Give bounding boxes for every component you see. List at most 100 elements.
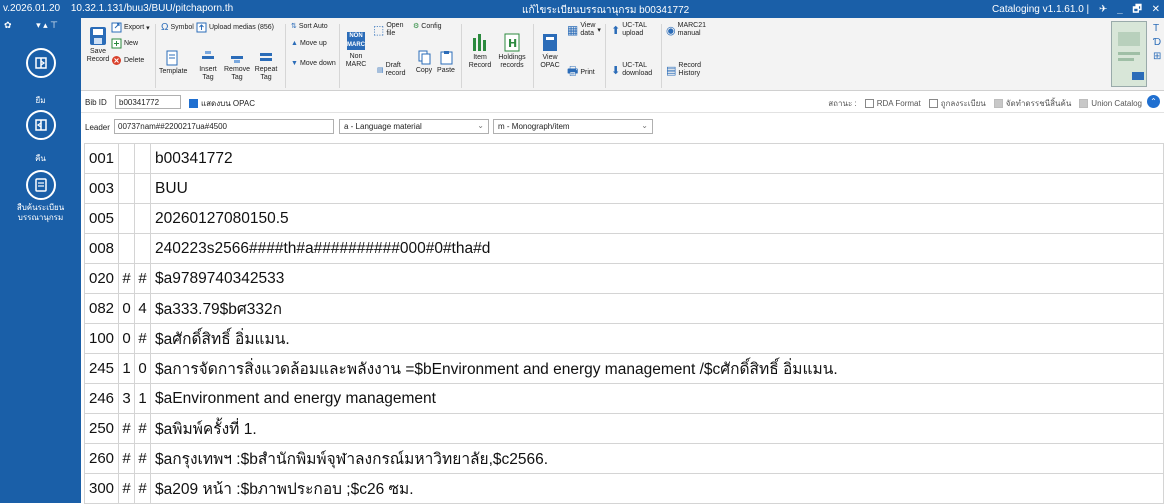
nav-expand-icon[interactable]: ▴	[43, 20, 48, 30]
marc-tag-cell[interactable]: 008	[83, 233, 120, 264]
marc-value-cell[interactable]: BUU	[150, 173, 1164, 204]
marc-ind1-cell[interactable]: #	[118, 413, 136, 444]
marc-field-row[interactable]: 100 0 # $aศักดิ์สิทธิ์ อิ่มแมน.	[83, 323, 1164, 354]
marc-tag-cell[interactable]: 082	[83, 293, 120, 324]
marc-ind1-cell[interactable]: #	[118, 443, 136, 474]
marc-field-row[interactable]: 008 240223s2566####th#a##########000#0#th…	[83, 233, 1164, 264]
marc-value-cell[interactable]: b00341772	[150, 143, 1164, 174]
marc-value-cell[interactable]: $aพิมพ์ครั้งที่ 1.	[150, 413, 1164, 444]
marc-ind1-cell[interactable]: 0	[118, 323, 136, 354]
marc-ind1-cell[interactable]	[118, 233, 136, 264]
leader-input[interactable]: 00737nam##2200217ua#4500	[114, 119, 334, 134]
record-thumbnail[interactable]	[1111, 21, 1147, 87]
view-data-button[interactable]: ▦ View data ▾	[567, 22, 601, 38]
marc-ind2-cell[interactable]: #	[134, 263, 152, 294]
save-record-button[interactable]: Save Record	[85, 26, 111, 64]
marc-value-cell[interactable]: $aกรุงเทพฯ :$bสำนักพิมพ์จุฬาลงกรณ์มหาวิท…	[150, 443, 1164, 474]
marc-field-row[interactable]: 005 20260127080150.5	[83, 203, 1164, 234]
nav-checkout[interactable]: ยืม	[0, 48, 81, 106]
marc-tag-cell[interactable]: 250	[83, 413, 120, 444]
config-button[interactable]: ⚙ Config	[413, 22, 442, 31]
marc-value-cell[interactable]: $aการจัดการสิ่งแวดล้อมและพลังงาน =$bEnvi…	[150, 353, 1164, 384]
open-file-button[interactable]: ⬚ Open file	[373, 22, 403, 38]
minimize-button[interactable]: _	[1117, 4, 1123, 15]
new-button[interactable]: New	[111, 38, 138, 49]
marc-tag-cell[interactable]: 005	[83, 203, 120, 234]
draft-record-button[interactable]: ▤ Draft record	[377, 62, 405, 78]
nav-catalog-search[interactable]: สืบค้นระเบียน บรรณานุกรม	[0, 170, 81, 223]
marc-ind2-cell[interactable]	[134, 203, 152, 234]
move-up-button[interactable]: ▲ Move up	[291, 40, 327, 47]
nav-pin-icon[interactable]: ⊤	[50, 20, 58, 30]
nav-dropdown-icon[interactable]: ▾	[36, 20, 41, 30]
marc-ind1-cell[interactable]	[118, 173, 136, 204]
grid-view-icon[interactable]: ⊞	[1153, 50, 1161, 64]
rda-format-checkbox[interactable]: RDA Format	[864, 99, 921, 108]
maximize-button[interactable]: 🗗	[1132, 2, 1141, 19]
delete-button[interactable]: Delete	[111, 55, 144, 66]
stock-index-checkbox[interactable]: จัดทำดรรชนีสิ้นค้น	[993, 97, 1071, 110]
paste-button[interactable]: Paste	[436, 50, 456, 75]
marc-ind2-cell[interactable]: 4	[134, 293, 152, 324]
marc-value-cell[interactable]: $a9789740342533	[150, 263, 1164, 294]
marc-ind2-cell[interactable]	[134, 173, 152, 204]
template-button[interactable]: Template	[159, 50, 187, 76]
marc-ind2-cell[interactable]: #	[134, 473, 152, 504]
symbol-button[interactable]: Ω Symbol	[161, 22, 194, 33]
marc-field-row[interactable]: 001 b00341772	[83, 143, 1164, 174]
uctal-upload-button[interactable]: ⬆ UC-TAL upload	[611, 22, 647, 38]
marc-ind1-cell[interactable]	[118, 143, 136, 174]
marc-field-row[interactable]: 082 0 4 $a333.79$bศ332ก	[83, 293, 1164, 324]
insert-tag-button[interactable]: Insert Tag	[195, 50, 221, 82]
marc-tag-cell[interactable]: 245	[83, 353, 120, 384]
marc-ind2-cell[interactable]	[134, 143, 152, 174]
marc-tag-cell[interactable]: 003	[83, 173, 120, 204]
marc-field-row[interactable]: 246 3 1 $aEnvironment and energy management	[83, 383, 1164, 414]
record-history-button[interactable]: ▤ Record History	[666, 62, 701, 78]
upload-medias-button[interactable]: Upload medias (856)	[196, 22, 274, 33]
marc21-manual-button[interactable]: ◉ MARC21 manual	[666, 22, 706, 38]
marc-value-cell[interactable]: 240223s2566####th#a##########000#0#tha#d	[150, 233, 1164, 264]
marc-field-row[interactable]: 260 # # $aกรุงเทพฯ :$bสำนักพิมพ์จุฬาลงกรณ์ม…	[83, 443, 1164, 474]
bib-level-select[interactable]: m - Monograph/item ⌄	[493, 119, 653, 134]
marc-tag-cell[interactable]: 100	[83, 323, 120, 354]
marc-tag-cell[interactable]: 246	[83, 383, 120, 414]
marc-ind2-cell[interactable]: #	[134, 413, 152, 444]
print-button[interactable]: 🖶 Print	[567, 62, 595, 83]
marc-ind2-cell[interactable]: 1	[134, 383, 152, 414]
marc-ind1-cell[interactable]: 1	[118, 353, 136, 384]
marc-value-cell[interactable]: $aศักดิ์สิทธิ์ อิ่มแมน.	[150, 323, 1164, 354]
non-marc-button[interactable]: NON MARC Non MARC	[343, 32, 369, 69]
marc-field-row[interactable]: 300 # # $a209 หน้า :$bภาพประกอบ ;$c26 ซม.	[83, 473, 1164, 504]
check-record-checkbox[interactable]: ถูกลงระเบียน	[928, 97, 986, 110]
item-record-button[interactable]: Item Record	[467, 32, 493, 70]
show-on-opac-checkbox[interactable]: แสดงบน OPAC	[189, 97, 255, 110]
marc-tag-cell[interactable]: 001	[83, 143, 120, 174]
uctal-download-button[interactable]: ⬇ UC-TAL download	[611, 62, 652, 78]
marc-value-cell[interactable]: 20260127080150.5	[150, 203, 1164, 234]
collapse-icon[interactable]: ⌃	[1147, 95, 1160, 108]
remove-tag-button[interactable]: Remove Tag	[224, 50, 250, 82]
marc-value-cell[interactable]: $a333.79$bศ332ก	[150, 293, 1164, 324]
marc-field-row[interactable]: 250 # # $aพิมพ์ครั้งที่ 1.	[83, 413, 1164, 444]
copy-button[interactable]: Copy	[414, 50, 434, 75]
marc-tag-cell[interactable]: 020	[83, 263, 120, 294]
marc-field-row[interactable]: 020 # # $a9789740342533	[83, 263, 1164, 294]
marc-ind2-cell[interactable]: #	[134, 323, 152, 354]
marc-value-cell[interactable]: $aEnvironment and energy management	[150, 383, 1164, 414]
move-down-button[interactable]: ▼ Move down	[291, 60, 336, 67]
link-icon[interactable]: Ɗ	[1153, 36, 1161, 50]
settings-icon[interactable]: ✿	[4, 20, 12, 30]
export-button[interactable]: Export ▾	[111, 22, 150, 33]
record-type-select[interactable]: a - Language material ⌄	[339, 119, 489, 134]
holdings-records-button[interactable]: H Holdings records	[497, 32, 527, 70]
marc-ind2-cell[interactable]	[134, 233, 152, 264]
marc-ind1-cell[interactable]: 0	[118, 293, 136, 324]
sort-auto-button[interactable]: ⇅ Sort Auto	[291, 22, 328, 31]
text-format-icon[interactable]: T	[1153, 22, 1161, 36]
marc-ind1-cell[interactable]	[118, 203, 136, 234]
close-button[interactable]: ✕	[1152, 4, 1160, 15]
marc-tag-cell[interactable]: 300	[83, 473, 120, 504]
marc-ind1-cell[interactable]: 3	[118, 383, 136, 414]
marc-value-cell[interactable]: $a209 หน้า :$bภาพประกอบ ;$c26 ซม.	[150, 473, 1164, 504]
